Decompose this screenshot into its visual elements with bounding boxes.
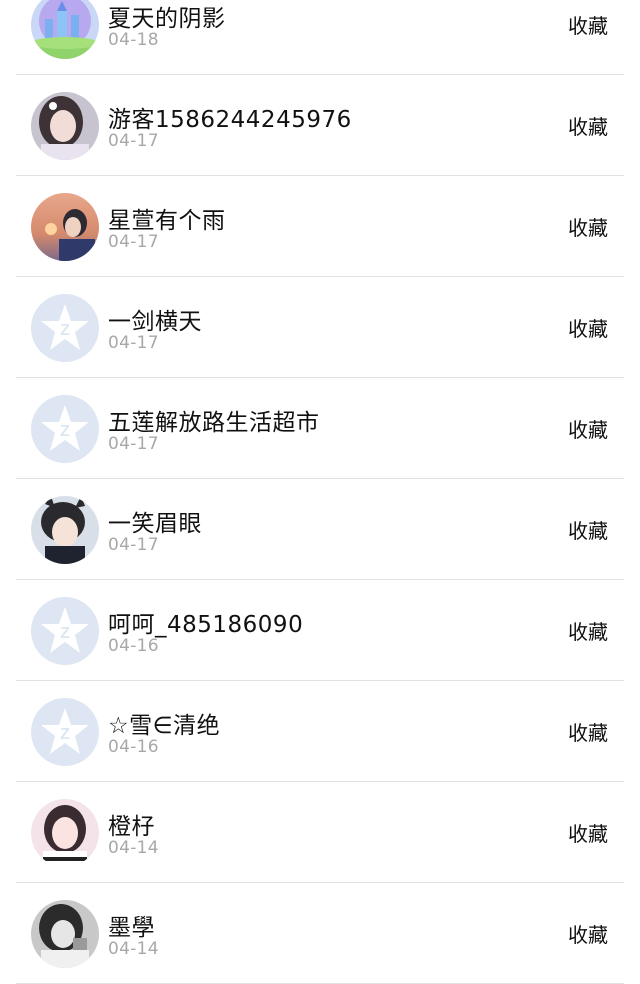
list-item[interactable]: 橙杍 04-14 收藏 xyxy=(16,782,624,883)
favorite-button[interactable]: 收藏 xyxy=(568,414,608,443)
list-item[interactable]: 一笑眉眼 04-17 收藏 xyxy=(16,479,624,580)
friend-list: 夏天的阴影 04-18 收藏 游客1586244245976 04-17 收藏 xyxy=(0,0,640,984)
friend-name: 墨學 xyxy=(108,915,155,941)
default-z-avatar[interactable]: Z xyxy=(31,294,99,362)
friend-date: 04-17 xyxy=(108,535,159,555)
friend-date: 04-18 xyxy=(108,30,159,50)
favorite-button[interactable]: 收藏 xyxy=(568,111,608,140)
svg-text:Z: Z xyxy=(60,423,70,440)
default-z-avatar[interactable]: Z xyxy=(31,698,99,766)
favorite-button[interactable]: 收藏 xyxy=(568,616,608,645)
anime-boy-avatar[interactable] xyxy=(31,496,99,564)
friend-date: 04-16 xyxy=(108,636,159,656)
favorite-button[interactable]: 收藏 xyxy=(568,313,608,342)
friend-date: 04-14 xyxy=(108,939,159,959)
friend-date: 04-17 xyxy=(108,232,159,252)
bw-girl-avatar[interactable] xyxy=(31,900,99,968)
svg-text:Z: Z xyxy=(60,726,70,743)
favorite-button[interactable]: 收藏 xyxy=(568,212,608,241)
default-z-avatar[interactable]: Z xyxy=(31,597,99,665)
friend-name: ☆雪∈清绝 xyxy=(108,713,221,739)
favorite-button[interactable]: 收藏 xyxy=(568,919,608,948)
favorite-button[interactable]: 收藏 xyxy=(568,818,608,847)
friend-name: 星萱有个雨 xyxy=(108,208,226,234)
friend-date: 04-17 xyxy=(108,434,159,454)
friend-name: 呵呵_485186090 xyxy=(108,612,304,638)
list-item[interactable]: 游客1586244245976 04-17 收藏 xyxy=(16,75,624,176)
favorite-button[interactable]: 收藏 xyxy=(568,515,608,544)
friend-name: 一笑眉眼 xyxy=(108,511,202,537)
friend-date: 04-16 xyxy=(108,737,159,757)
favorite-button[interactable]: 收藏 xyxy=(568,10,608,39)
list-item[interactable]: Z ☆雪∈清绝 04-16 收藏 xyxy=(16,681,624,782)
svg-text:Z: Z xyxy=(60,625,70,642)
friend-date: 04-17 xyxy=(108,333,159,353)
friend-name: 一剑横天 xyxy=(108,309,202,335)
friend-date: 04-14 xyxy=(108,838,159,858)
girl-photo-avatar[interactable] xyxy=(31,92,99,160)
list-item[interactable]: Z 一剑横天 04-17 收藏 xyxy=(16,277,624,378)
list-item[interactable]: 夏天的阴影 04-18 收藏 xyxy=(16,0,624,75)
default-z-avatar[interactable]: Z xyxy=(31,395,99,463)
svg-text:Z: Z xyxy=(60,322,70,339)
friend-name: 游客1586244245976 xyxy=(108,107,352,133)
friend-name: 橙杍 xyxy=(108,814,155,840)
list-item[interactable]: 星萱有个雨 04-17 收藏 xyxy=(16,176,624,277)
girl-pink-avatar[interactable] xyxy=(31,799,99,867)
favorite-button[interactable]: 收藏 xyxy=(568,717,608,746)
sunset-girl-avatar[interactable] xyxy=(31,193,99,261)
friend-date: 04-17 xyxy=(108,131,159,151)
castle-avatar[interactable] xyxy=(31,0,99,59)
list-item[interactable]: Z 呵呵_485186090 04-16 收藏 xyxy=(16,580,624,681)
list-item[interactable]: 墨學 04-14 收藏 xyxy=(16,883,624,984)
list-item[interactable]: Z 五莲解放路生活超市 04-17 收藏 xyxy=(16,378,624,479)
friend-name: 夏天的阴影 xyxy=(108,6,226,32)
friend-name: 五莲解放路生活超市 xyxy=(108,410,320,436)
